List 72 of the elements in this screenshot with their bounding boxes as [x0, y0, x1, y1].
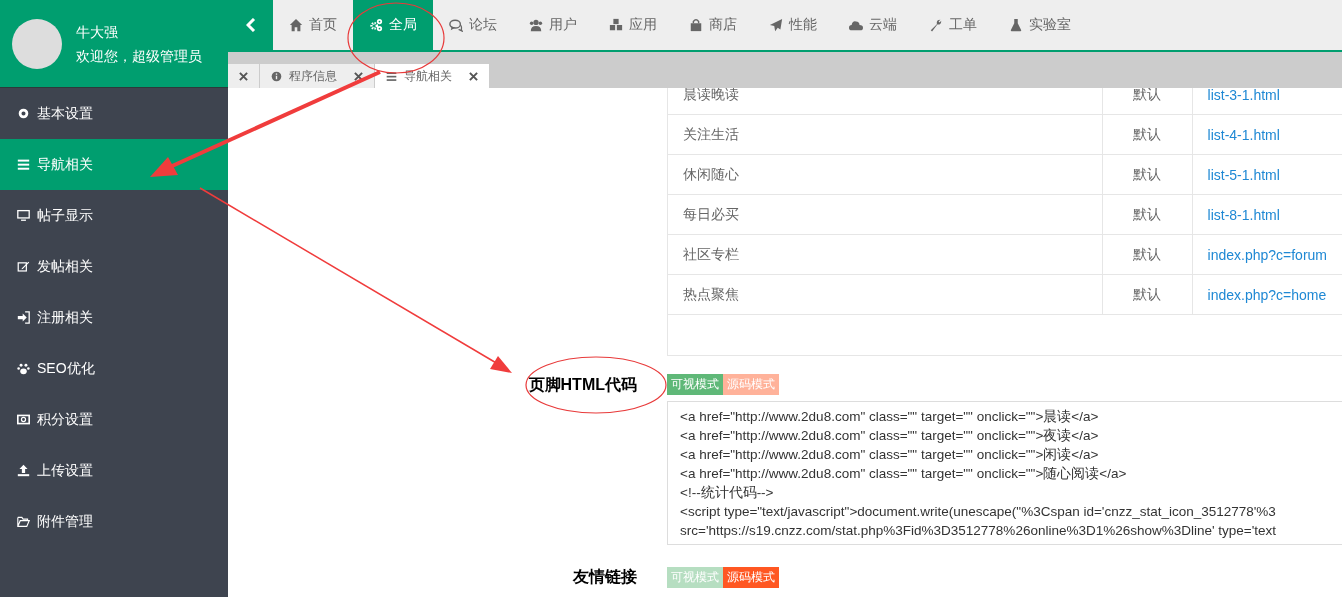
close-icon [239, 71, 248, 81]
close-icon[interactable] [469, 71, 478, 81]
link[interactable]: list-3-1.html [1192, 88, 1342, 115]
paper-plane-icon [769, 18, 783, 32]
sidebar-item[interactable]: 注册相关 [0, 292, 228, 343]
welcome-text: 欢迎您，超级管理员 [76, 46, 202, 66]
sidebar-item[interactable]: 发帖相关 [0, 241, 228, 292]
table-cell: 默认 [1102, 234, 1193, 275]
gear-icon [17, 107, 30, 120]
code-line: <a href="http://www.2du8.com" class="" target="" onclick="">晨读</a> [680, 408, 1100, 426]
menu-icon [386, 70, 397, 82]
table-cell: 每日必买 [667, 194, 1103, 235]
table-cell: 默认 [1102, 154, 1193, 195]
upload-icon [17, 464, 30, 477]
sidebar-item[interactable]: 附件管理 [0, 496, 228, 547]
nav-tab[interactable]: 用户 [513, 0, 593, 50]
sidebar-item[interactable]: 帖子显示 [0, 190, 228, 241]
nav-tab[interactable]: 商店 [673, 0, 753, 50]
close-icon[interactable] [354, 71, 363, 81]
chat-icon [449, 18, 463, 32]
nav-tab[interactable]: 全局 [353, 0, 433, 50]
user-name: 牛大强 [76, 22, 119, 42]
money-icon [17, 413, 30, 426]
code-line: src='https://s19.cnzz.com/stat.php%3Fid%3D3512778%26online%3D1%26show%3Dline' type='text [680, 522, 1278, 540]
wrench-icon [929, 18, 943, 32]
table-cell: 默认 [1102, 114, 1193, 155]
sign-in-icon [17, 311, 30, 324]
sidebar-item[interactable]: 积分设置 [0, 394, 228, 445]
flask-icon [1009, 18, 1023, 32]
table-cell: 默认 [1102, 274, 1193, 315]
table-cell: 热点聚焦 [667, 274, 1103, 315]
close-all-button[interactable] [228, 64, 260, 88]
folder-icon [17, 515, 30, 528]
nav-tab[interactable]: 论坛 [433, 0, 513, 50]
sidebar-item[interactable]: 上传设置 [0, 445, 228, 496]
code-line: <a href="http://www.2du8.com" class="" target="" onclick="">随心阅读</a> [680, 465, 1128, 483]
cubes-icon [609, 18, 623, 32]
field-label: 页脚HTML代码 [527, 375, 638, 395]
page-tab[interactable]: 程序信息 [260, 64, 375, 88]
code-editor[interactable] [667, 401, 1342, 545]
table-cell: 默认 [1102, 194, 1193, 235]
field-label: 友情链接 [571, 567, 638, 587]
home-icon [289, 18, 303, 32]
nav-tab[interactable]: 工单 [913, 0, 993, 50]
nav-tab[interactable]: 应用 [593, 0, 673, 50]
sidebar-item[interactable]: 基本设置 [0, 88, 228, 139]
code-line: <script type="text/javascript">document.write(unescape("%3Cspan id='cnzz_stat_icon_3512778'%3 [680, 503, 1277, 521]
edit-icon [17, 260, 30, 273]
code-line: <a href="http://www.2du8.com" class="" target="" onclick="">夜读</a> [680, 427, 1100, 445]
code-line: <!--统计代码--> [680, 484, 775, 502]
table-cell: 社区专栏 [667, 234, 1103, 275]
paw-icon [17, 362, 30, 375]
avatar [12, 18, 62, 69]
sidebar-item[interactable]: 导航相关 [0, 139, 228, 190]
monitor-icon [17, 209, 30, 222]
table-cell: 关注生活 [667, 114, 1103, 155]
nav-tab[interactable]: 实验室 [993, 0, 1087, 50]
nav-tab[interactable]: 云端 [833, 0, 913, 50]
menu-icon [17, 158, 30, 171]
mode-button[interactable]: 源码模式 [723, 567, 779, 588]
users-icon [529, 18, 543, 32]
cloud-icon [849, 18, 863, 32]
page-tab[interactable]: 导航相关 [375, 64, 490, 88]
chevron-icon [245, 18, 256, 32]
code-line: <a href="http://www.2du8.com" class="" target="" onclick="">闲读</a> [680, 446, 1100, 464]
sidebar-item[interactable]: SEO优化 [0, 343, 228, 394]
table-cell: 休闲随心 [667, 154, 1103, 195]
info-icon [271, 70, 282, 82]
nav-tab[interactable]: 性能 [753, 0, 833, 50]
nav-tab[interactable]: 首页 [273, 0, 353, 50]
gears-icon [369, 18, 383, 32]
bag-icon [689, 18, 703, 32]
